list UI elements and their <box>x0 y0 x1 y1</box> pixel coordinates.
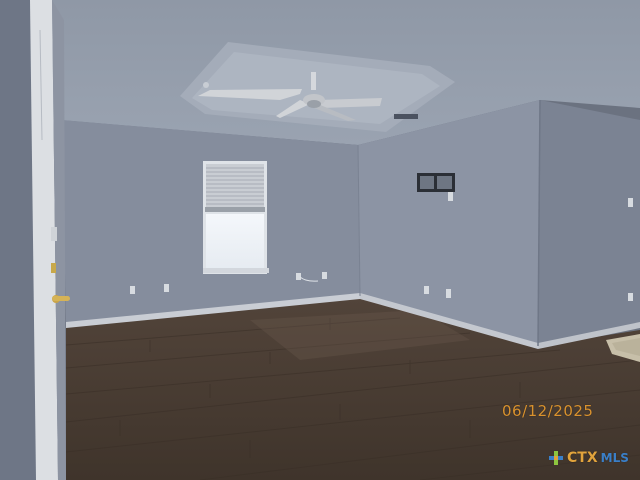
wall-outlet <box>628 293 633 301</box>
door-edge-wall <box>0 0 36 480</box>
mls-watermark: CTX MLS <box>548 448 638 468</box>
light-switch <box>628 198 633 207</box>
room-photo: 06/12/2025 CTX MLS <box>0 0 640 480</box>
ceiling-light <box>203 82 209 88</box>
wall-outlet <box>424 286 429 294</box>
wall-outlet <box>446 289 451 298</box>
wall-outlet <box>322 272 327 279</box>
watermark-brand: CTX <box>567 450 598 466</box>
date-stamp: 06/12/2025 <box>502 402 594 420</box>
door-hinge <box>51 227 57 241</box>
window-blind-icon <box>206 164 264 208</box>
wall-bracket <box>417 173 455 192</box>
air-vent <box>394 114 418 119</box>
door-latch <box>51 263 56 273</box>
far-right-wall <box>538 100 640 346</box>
window <box>203 161 269 274</box>
wall-outlet <box>164 284 169 292</box>
watermark-suffix: MLS <box>600 451 629 465</box>
mls-logo-icon <box>548 450 564 466</box>
light-switch <box>448 192 453 201</box>
wall-outlet <box>130 286 135 294</box>
wall-outlet <box>296 273 301 280</box>
